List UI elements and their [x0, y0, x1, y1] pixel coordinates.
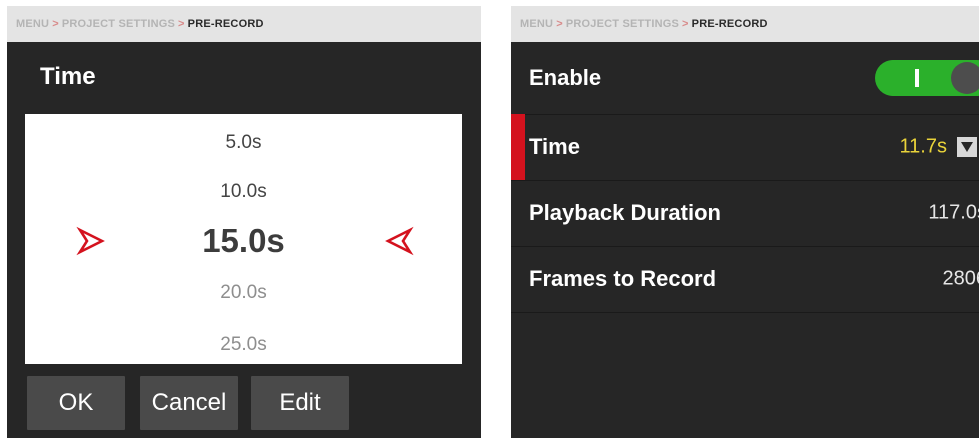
- breadcrumb-separator: >: [178, 18, 185, 30]
- setting-value: 2806: [942, 267, 979, 290]
- toggle-on-indicator: [915, 69, 919, 87]
- picker-option[interactable]: 5.0s: [25, 133, 462, 152]
- breadcrumb-project-settings[interactable]: PROJECT SETTINGS: [62, 18, 175, 30]
- breadcrumb-separator: >: [682, 18, 689, 30]
- setting-row-enable[interactable]: Enable: [511, 42, 979, 115]
- breadcrumb-current: PRE-RECORD: [691, 18, 768, 30]
- setting-value: 11.7s: [899, 135, 947, 158]
- setting-value: 117.0s: [928, 201, 979, 224]
- enable-toggle[interactable]: [875, 60, 979, 96]
- breadcrumb: MENU > PROJECT SETTINGS > PRE-RECORD: [511, 6, 979, 42]
- breadcrumb-separator: >: [556, 18, 563, 30]
- setting-label: Enable: [529, 65, 602, 90]
- setting-label: Time: [529, 134, 580, 159]
- breadcrumb-current: PRE-RECORD: [187, 18, 264, 30]
- breadcrumb: MENU > PROJECT SETTINGS > PRE-RECORD: [7, 6, 481, 42]
- breadcrumb-menu[interactable]: MENU: [520, 18, 553, 30]
- ok-button[interactable]: OK: [27, 376, 125, 430]
- setting-row-time[interactable]: Time 11.7s: [511, 114, 979, 181]
- breadcrumb-project-settings[interactable]: PROJECT SETTINGS: [566, 18, 679, 30]
- picker-option[interactable]: 25.0s: [25, 335, 462, 354]
- selection-indicator: [511, 114, 525, 180]
- pre-record-settings: MENU > PROJECT SETTINGS > PRE-RECORD Ena…: [511, 6, 979, 438]
- breadcrumb-separator: >: [52, 18, 59, 30]
- dialog-title: Time: [40, 63, 96, 90]
- triangle-left-icon: [384, 226, 414, 256]
- setting-row-playback-duration[interactable]: Playback Duration 117.0s: [511, 180, 979, 247]
- value-picker[interactable]: 5.0s 10.0s 15.0s 20.0s 25.0s: [25, 114, 462, 364]
- picker-option[interactable]: 20.0s: [25, 283, 462, 302]
- breadcrumb-menu[interactable]: MENU: [16, 18, 49, 30]
- triangle-right-icon: [76, 226, 106, 256]
- time-picker-dialog: MENU > PROJECT SETTINGS > PRE-RECORD Tim…: [7, 6, 481, 438]
- picker-option[interactable]: 10.0s: [25, 182, 462, 201]
- cancel-button[interactable]: Cancel: [140, 376, 238, 430]
- toggle-knob: [951, 62, 979, 94]
- setting-label: Frames to Record: [529, 266, 717, 291]
- edit-button[interactable]: Edit: [251, 376, 349, 430]
- chevron-down-icon[interactable]: [957, 137, 977, 157]
- setting-label: Playback Duration: [529, 200, 721, 225]
- setting-row-frames-to-record[interactable]: Frames to Record 2806: [511, 246, 979, 313]
